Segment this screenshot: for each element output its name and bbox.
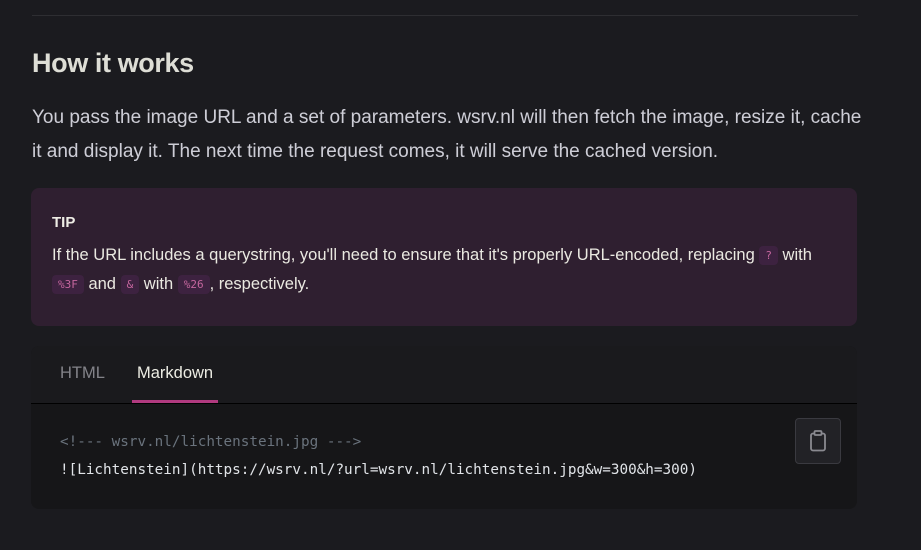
tab-markdown[interactable]: Markdown	[132, 346, 219, 403]
copy-code-button[interactable]	[795, 418, 841, 464]
tip-title: TIP	[52, 214, 76, 231]
code-tabs: HTML Markdown	[31, 346, 857, 404]
inline-code-amp: &	[120, 275, 140, 294]
tip-box: TIP If the URL includes a querystring, y…	[31, 188, 857, 326]
tip-text-with: with	[777, 246, 812, 264]
inline-code-26: %26	[177, 275, 210, 294]
tip-text-before: If the URL includes a querystring, you'l…	[52, 246, 760, 264]
tip-text-after: , respectively.	[209, 275, 310, 293]
code-comment: <!--- wsrv.nl/lichtenstein.jpg --->	[60, 434, 362, 450]
section-divider	[32, 15, 858, 16]
code-block: <!--- wsrv.nl/lichtenstein.jpg ---> ![Lic…	[60, 428, 697, 484]
tip-text-with: with	[139, 275, 178, 293]
tip-text: If the URL includes a querystring, you'l…	[52, 241, 836, 299]
intro-paragraph: You pass the image URL and a set of para…	[32, 107, 862, 162]
tab-html[interactable]: HTML	[55, 346, 110, 403]
inline-code-question: ?	[759, 246, 778, 265]
inline-code-3f: %3F	[52, 275, 84, 294]
code-group: HTML Markdown <!--- wsrv.nl/lichtenstein…	[31, 346, 857, 509]
section-heading: How it works	[32, 48, 194, 78]
clipboard-icon	[810, 430, 826, 452]
tip-text-and: and	[83, 275, 121, 293]
code-line: ![Lichtenstein](https://wsrv.nl/?url=wsr…	[60, 462, 697, 478]
